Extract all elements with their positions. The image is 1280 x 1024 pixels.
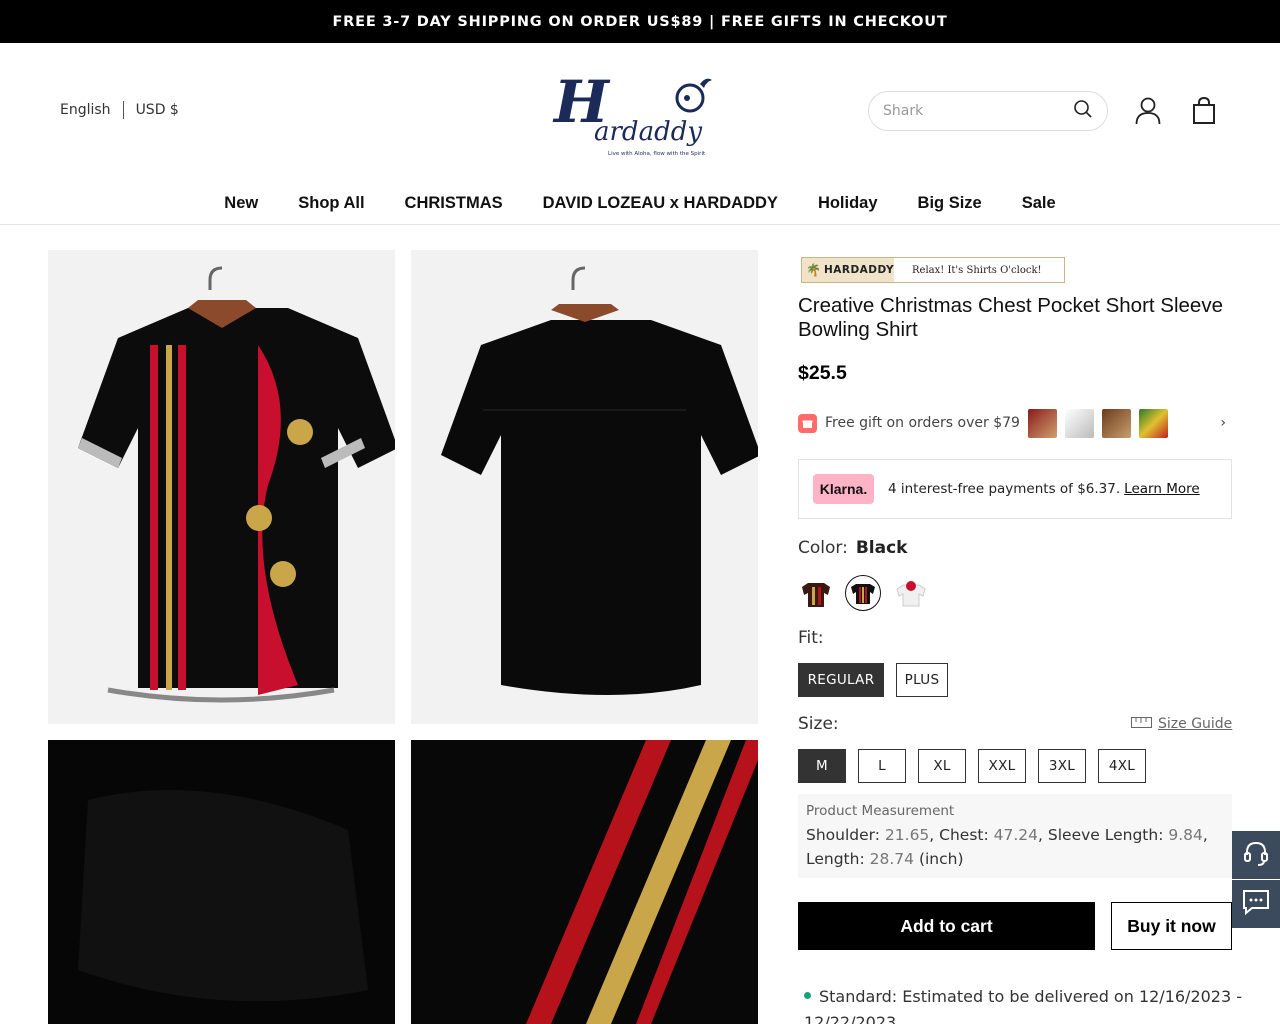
- user-icon[interactable]: [1134, 96, 1162, 126]
- chat-icon: [1242, 889, 1270, 919]
- fit-label: Fit:: [798, 628, 824, 648]
- shipping-estimate: Standard: Estimated to be delivered on 1…: [804, 984, 1244, 1024]
- length-label: Length:: [806, 850, 865, 868]
- chest-label: Chest:: [939, 826, 989, 844]
- measurement-values: Shoulder: 21.65, Chest: 47.24, Sleeve Le…: [806, 826, 1208, 868]
- color-label-row: Color: Black: [798, 538, 907, 558]
- language-selector[interactable]: English: [60, 102, 111, 118]
- search-input[interactable]: [883, 103, 1073, 119]
- gift-thumb: [1027, 408, 1057, 438]
- search-bar[interactable]: [868, 91, 1108, 131]
- klarna-text: 4 interest-free payments of $6.37.: [888, 481, 1121, 497]
- size-guide-text[interactable]: Size Guide: [1158, 716, 1232, 732]
- color-label: Color:: [798, 538, 848, 558]
- free-gift-row[interactable]: Free gift on orders over $79 ›: [798, 405, 1232, 441]
- klarna-learn-more-link[interactable]: Learn More: [1124, 481, 1200, 497]
- size-guide-link[interactable]: Size Guide: [1131, 716, 1232, 732]
- customer-service-button[interactable]: [1232, 831, 1280, 879]
- product-image-front[interactable]: [48, 250, 395, 724]
- color-swatch-black[interactable]: [845, 575, 881, 611]
- sleeve-label: Sleeve Length:: [1047, 826, 1164, 844]
- main-navigation: New Shop All CHRISTMAS DAVID LOZEAU x HA…: [0, 182, 1280, 225]
- gift-text: Free gift on orders over $79: [825, 415, 1020, 431]
- size-option-m[interactable]: M: [798, 749, 846, 783]
- nav-item-new[interactable]: New: [204, 182, 278, 224]
- unit-label: (inch): [918, 850, 964, 868]
- banner-brand-name: HARDADDY: [823, 264, 895, 276]
- size-label: Size:: [798, 714, 839, 734]
- chest-value: 47.24: [993, 826, 1039, 844]
- cart-icon[interactable]: [1190, 96, 1218, 126]
- sleeve-value: 9.84: [1168, 826, 1203, 844]
- product-image-detail-pocket[interactable]: [48, 740, 395, 1024]
- size-option-3xl[interactable]: 3XL: [1038, 749, 1086, 783]
- product-measurement: Product Measurement Shoulder: 21.65, Che…: [798, 794, 1232, 878]
- length-value: 28.74: [869, 850, 914, 868]
- gift-thumb: [1101, 408, 1131, 438]
- logo-wordmark: ardaddy: [594, 117, 702, 147]
- brand-logo[interactable]: H ardaddy Live with Aloha, flow with the…: [550, 62, 730, 162]
- announcement-bar: FREE 3-7 DAY SHIPPING ON ORDER US$89 | F…: [0, 0, 1280, 43]
- headset-icon: [1242, 839, 1270, 871]
- nav-item-holiday[interactable]: Holiday: [798, 182, 898, 224]
- chat-button[interactable]: [1232, 880, 1280, 928]
- fit-option-regular[interactable]: REGULAR: [798, 663, 884, 697]
- nav-item-david-lozeau[interactable]: DAVID LOZEAU x HARDADDY: [523, 182, 798, 224]
- search-icon[interactable]: [1073, 99, 1093, 123]
- palm-icon: 🌴: [806, 263, 821, 277]
- svg-text:Live with Aloha, flow with the: Live with Aloha, flow with the Spirit: [608, 151, 706, 157]
- color-value: Black: [855, 538, 908, 558]
- size-option-xxl[interactable]: XXL: [978, 749, 1026, 783]
- nav-item-sale[interactable]: Sale: [1002, 182, 1076, 224]
- product-price: $25.5: [798, 362, 847, 384]
- size-option-4xl[interactable]: 4XL: [1098, 749, 1146, 783]
- nav-item-shop-all[interactable]: Shop All: [278, 182, 384, 224]
- nav-item-big-size[interactable]: Big Size: [898, 182, 1002, 224]
- fit-option-plus[interactable]: PLUS: [896, 663, 948, 697]
- measurement-title: Product Measurement: [806, 803, 955, 819]
- buy-now-button[interactable]: Buy it now: [1111, 902, 1232, 950]
- banner-slogan: Relax! It's Shirts O'clock!: [912, 264, 1042, 276]
- size-option-xl[interactable]: XL: [918, 749, 966, 783]
- currency-selector[interactable]: USD $: [136, 102, 179, 118]
- color-swatch-white[interactable]: [893, 575, 929, 611]
- locale-selector[interactable]: English USD $: [60, 101, 179, 119]
- announcement-text: FREE 3-7 DAY SHIPPING ON ORDER US$89 | F…: [332, 13, 948, 30]
- shipping-text: Standard: Estimated to be delivered on 1…: [804, 987, 1243, 1024]
- divider: [122, 101, 124, 119]
- chevron-right-icon[interactable]: ›: [1220, 415, 1226, 431]
- shoulder-label: Shoulder:: [806, 826, 880, 844]
- size-option-l[interactable]: L: [858, 749, 906, 783]
- gift-icon: [798, 413, 817, 433]
- nav-item-christmas[interactable]: CHRISTMAS: [385, 182, 523, 224]
- product-image-back[interactable]: [411, 250, 758, 724]
- status-dot: [804, 992, 811, 999]
- product-image-detail-stripes[interactable]: [411, 740, 758, 1024]
- klarna-box: Klarna. 4 interest-free payments of $6.3…: [798, 459, 1232, 519]
- gift-thumb: [1138, 408, 1168, 438]
- product-title: Creative Christmas Chest Pocket Short Sl…: [798, 294, 1223, 341]
- ruler-icon: [1131, 716, 1152, 732]
- shoulder-value: 21.65: [884, 826, 930, 844]
- brand-banner: 🌴 HARDADDY Relax! It's Shirts O'clock!: [801, 257, 1065, 283]
- add-to-cart-button[interactable]: Add to cart: [798, 902, 1095, 950]
- klarna-logo: Klarna.: [813, 474, 874, 504]
- gift-thumb: [1064, 408, 1094, 438]
- color-swatch-multi[interactable]: [798, 575, 834, 611]
